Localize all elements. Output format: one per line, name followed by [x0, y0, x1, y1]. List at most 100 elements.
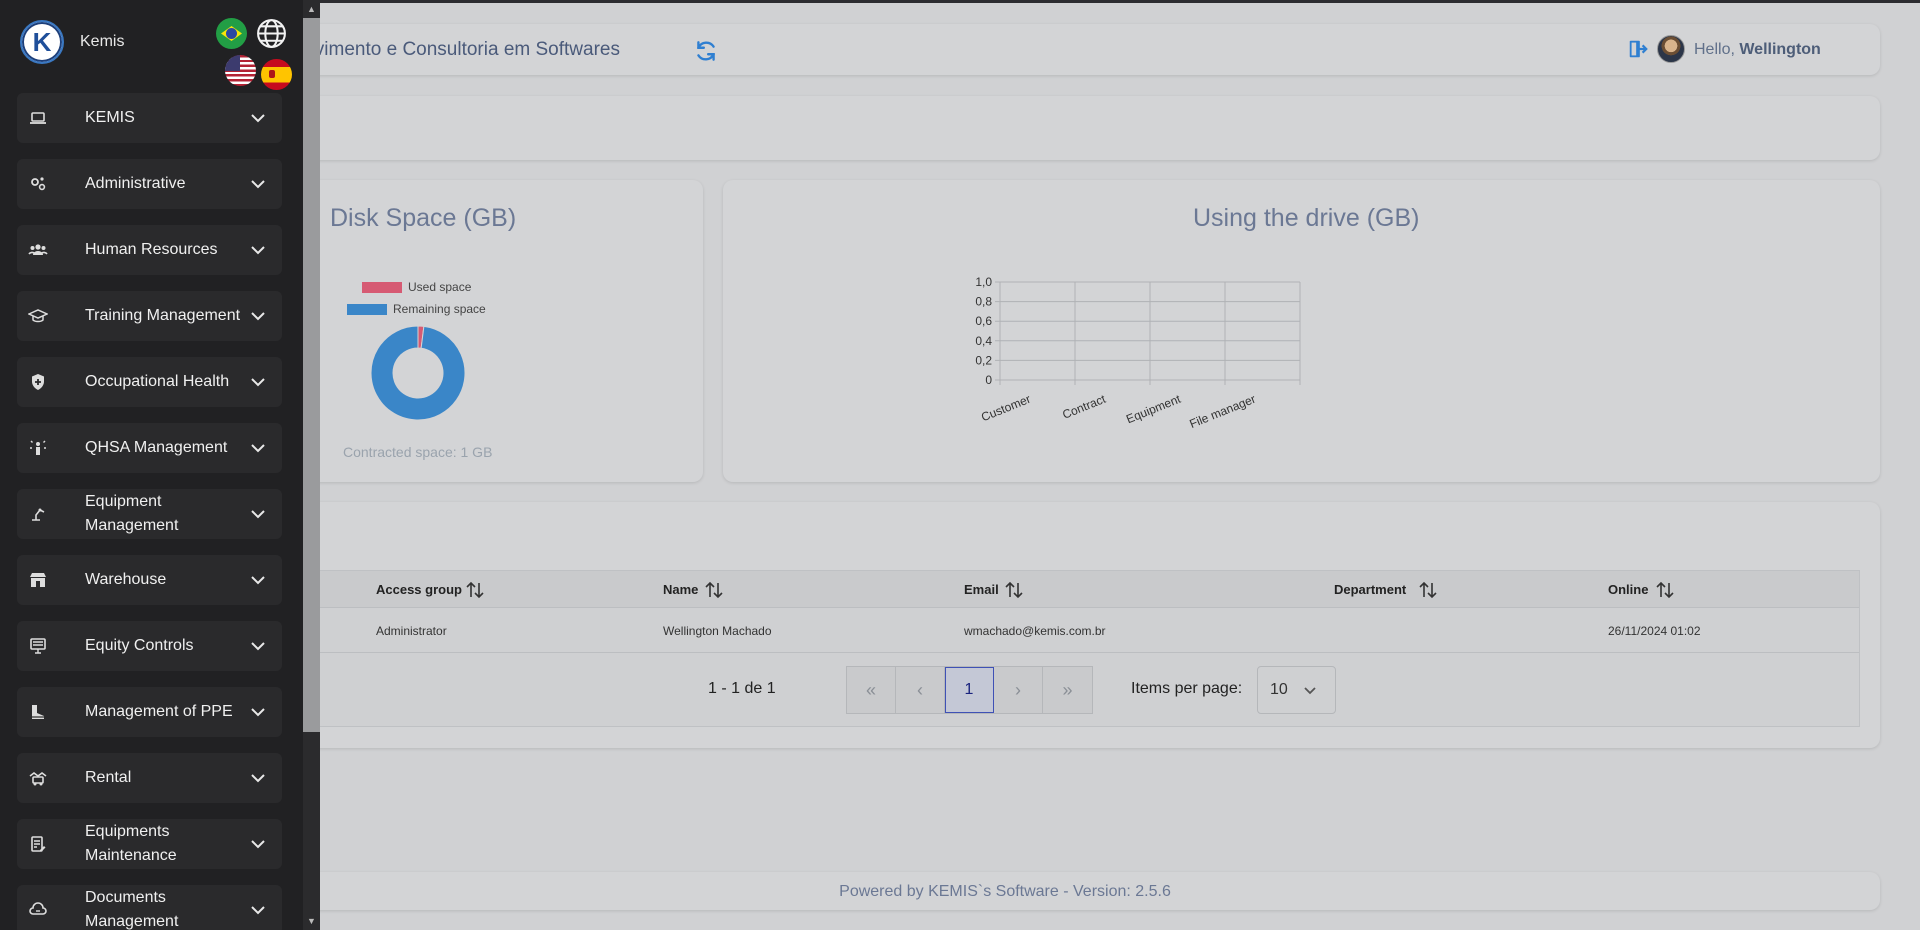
chevron-down-icon [251, 378, 265, 387]
sidebar-item-occupational-health[interactable]: Occupational Health [17, 357, 282, 407]
user-name: Wellington [1739, 41, 1821, 58]
items-per-page-label: Items per page: [1131, 680, 1243, 697]
sort-icon[interactable] [1005, 580, 1023, 600]
sidebar-item-label: QHSA Management [85, 439, 228, 456]
scrollbar-thumb[interactable] [303, 18, 320, 732]
sidebar-item-equity-controls[interactable]: Equity Controls [17, 621, 282, 671]
legend-used-label: Used space [408, 280, 472, 294]
laptop-icon [30, 112, 46, 124]
sidebar-item-label: Occupational Health [85, 373, 230, 390]
refresh-icon[interactable] [693, 38, 719, 64]
chevron-down-icon [251, 312, 265, 321]
legend-remaining-swatch[interactable] [347, 304, 387, 315]
y-tick-label: 0,2 [975, 353, 992, 367]
spain-flag-icon[interactable] [261, 59, 292, 90]
y-tick-label: 0,6 [975, 314, 992, 328]
sidebar-item-label: Training Management [85, 307, 241, 324]
sort-icon[interactable] [466, 580, 484, 600]
cell-online: 26/11/2024 01:02 [1608, 624, 1701, 638]
sidebar-item-training-management[interactable]: Training Management [17, 291, 282, 341]
x-tick-label: Customer [979, 392, 1032, 424]
user-greeting: Hello, Wellington [1694, 41, 1821, 58]
kemis-logo[interactable]: K [20, 20, 64, 64]
col-header-email[interactable]: Email [964, 582, 999, 597]
chevron-down-icon [251, 576, 265, 585]
items-per-page-select[interactable] [1257, 666, 1336, 714]
graduation-cap-icon [28, 309, 48, 323]
contracted-space: Contracted space: 1 GB [343, 444, 493, 460]
legend-used-swatch[interactable] [362, 282, 402, 293]
chevron-down-icon [251, 840, 265, 849]
usa-flag-icon[interactable] [225, 55, 256, 86]
avatar[interactable] [1657, 35, 1685, 63]
handshake-icon [29, 772, 47, 786]
col-header-department[interactable]: Department [1334, 582, 1406, 597]
scroll-up-arrow[interactable]: ▲ [303, 1, 320, 18]
sidebar-item-rental[interactable]: Rental [17, 753, 282, 803]
sidebar-item-human-resources[interactable]: Human Resources [17, 225, 282, 275]
sidebar-item-administrative[interactable]: Administrative [17, 159, 282, 209]
first-page-button[interactable]: « [847, 667, 896, 713]
y-tick-label: 1,0 [975, 275, 992, 289]
legend-remaining-label: Remaining space [393, 302, 486, 316]
sidebar-item-label: Human Resources [85, 241, 218, 258]
chevron-down-icon [251, 246, 265, 255]
shield-plus-icon [32, 374, 44, 390]
brazil-flag-icon[interactable] [216, 18, 247, 49]
cloud-doc-icon [29, 902, 47, 915]
users-icon [28, 244, 48, 255]
chevron-down-icon [251, 708, 265, 717]
sidebar-item-equipments-maintenance[interactable]: Equipments Maintenance [17, 819, 282, 869]
sidebar-item-management-of-ppe[interactable]: Management of PPE [17, 687, 282, 737]
col-header-access-group[interactable]: Access group [376, 582, 462, 597]
boot-icon [32, 705, 44, 719]
pie-slice-remaining[interactable] [370, 325, 466, 421]
brand-name: Kemis [80, 33, 125, 50]
cell-access-group: Administrator [376, 624, 447, 638]
items-per-page-value: 10 [1270, 681, 1288, 698]
scroll-down-arrow[interactable]: ▼ [303, 913, 320, 930]
pagination: « ‹ 1 › » [846, 666, 1093, 714]
disk-space-title: Disk Space (GB) [330, 204, 517, 232]
col-header-name[interactable]: Name [663, 582, 698, 597]
person-sparkle-icon [30, 440, 46, 455]
y-tick-label: 0 [985, 373, 992, 387]
prev-page-button[interactable]: ‹ [896, 667, 945, 713]
sidebar-item-label: Equipment Management [85, 493, 179, 534]
x-tick-label: Contract [1060, 392, 1108, 422]
company-title: olvimento e Consultoria em Softwares [300, 39, 620, 60]
gears-icon [31, 177, 46, 191]
next-page-button[interactable]: › [994, 667, 1043, 713]
table-row-divider [300, 652, 1859, 653]
robot-arm-icon [32, 508, 45, 521]
cell-email: wmachado@kemis.com.br [964, 624, 1106, 638]
y-tick-label: 0,4 [975, 334, 992, 348]
chevron-down-icon [251, 444, 265, 453]
chevron-down-icon [1304, 687, 1316, 695]
y-tick-label: 0,8 [975, 295, 992, 309]
page-1-button[interactable]: 1 [945, 667, 994, 713]
chevron-down-icon [251, 642, 265, 651]
sidebar-item-warehouse[interactable]: Warehouse [17, 555, 282, 605]
globe-icon[interactable] [255, 17, 288, 50]
sort-icon[interactable] [1656, 580, 1674, 600]
chevron-down-icon [251, 906, 265, 915]
x-tick-label: Equipment [1124, 392, 1183, 427]
sidebar-item-qhsa-management[interactable]: QHSA Management [17, 423, 282, 473]
sidebar-item-label: Warehouse [85, 571, 167, 588]
sort-icon[interactable] [1419, 580, 1437, 600]
col-header-online[interactable]: Online [1608, 582, 1648, 597]
last-page-button[interactable]: » [1043, 667, 1092, 713]
store-icon [30, 573, 46, 587]
x-tick-label: File manager [1187, 392, 1257, 431]
sidebar-item-documents-management[interactable]: Documents Management [17, 885, 282, 930]
sidebar-item-equipment-management[interactable]: Equipment Management [17, 489, 282, 539]
logout-icon[interactable] [1627, 38, 1649, 60]
chevron-down-icon [251, 510, 265, 519]
sort-icon[interactable] [705, 580, 723, 600]
disk-space-donut-chart [370, 325, 466, 421]
sidebar-item-kemis[interactable]: KEMIS [17, 93, 282, 143]
sidebar-item-label: Equity Controls [85, 637, 194, 654]
chevron-down-icon [251, 180, 265, 189]
sidebar: K Kemis KEMIS Administrative Human Resourc… [0, 0, 303, 930]
